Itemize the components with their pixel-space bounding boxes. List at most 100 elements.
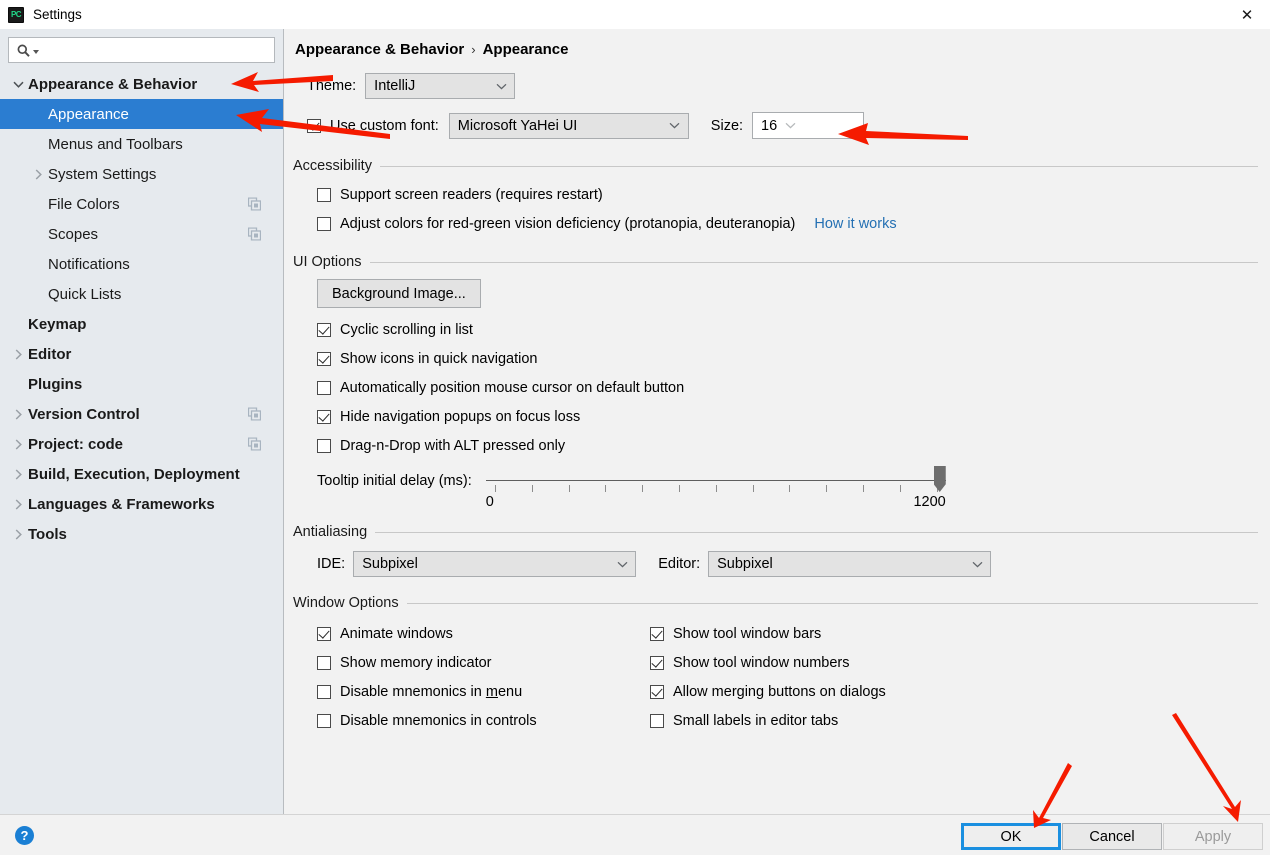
ui-options-body: Background Image... Cyclic scrolling in … bbox=[317, 279, 1270, 512]
sidebar-item-build-execution-deployment[interactable]: Build, Execution, Deployment bbox=[0, 459, 283, 489]
chevron-right-icon[interactable] bbox=[8, 438, 28, 450]
chevron-right-icon[interactable] bbox=[8, 348, 28, 360]
sidebar-item-menus-and-toolbars[interactable]: Menus and Toolbars bbox=[0, 129, 283, 159]
allow-merging-buttons-on-dialogs-checkbox[interactable]: Allow merging buttons on dialogs bbox=[650, 677, 886, 706]
show-memory-indicator-checkbox-box[interactable] bbox=[317, 655, 331, 670]
antialiasing-editor-select[interactable]: Subpixel bbox=[708, 551, 992, 577]
sidebar-item-tools[interactable]: Tools bbox=[0, 519, 283, 549]
sidebar-item-languages-frameworks[interactable]: Languages & Frameworks bbox=[0, 489, 283, 519]
breadcrumb-current: Appearance bbox=[482, 41, 569, 58]
sidebar-item-keymap[interactable]: Keymap bbox=[0, 309, 283, 339]
show-tool-window-numbers-checkbox[interactable]: Show tool window numbers bbox=[650, 648, 886, 677]
custom-font-row: Use custom font: Microsoft YaHei UI Size… bbox=[307, 111, 1270, 140]
window-options-section-title: Window Options bbox=[293, 595, 399, 611]
font-size-label: Size: bbox=[710, 117, 744, 134]
sidebar-item-appearance[interactable]: Appearance bbox=[0, 99, 283, 129]
slider-tick bbox=[494, 485, 496, 492]
disable-mnemonics-in-controls-checkbox-box[interactable] bbox=[317, 713, 331, 728]
search-box[interactable] bbox=[8, 37, 275, 63]
chevron-right-icon[interactable] bbox=[8, 498, 28, 510]
slider-tick bbox=[531, 485, 533, 492]
cancel-button[interactable]: Cancel bbox=[1062, 823, 1162, 850]
font-size-field[interactable]: 16 bbox=[752, 112, 865, 139]
adjust-colors-checkbox-box[interactable] bbox=[317, 216, 331, 231]
sidebar-item-plugins[interactable]: Plugins bbox=[0, 369, 283, 399]
use-custom-font-checkbox-box[interactable] bbox=[307, 118, 321, 133]
show-icons-in-quick-navigation-checkbox-box[interactable] bbox=[317, 351, 331, 366]
ok-button[interactable]: OK bbox=[961, 823, 1061, 850]
chevron-down-icon bbox=[615, 561, 629, 568]
support-screen-readers-checkbox[interactable]: Support screen readers (requires restart… bbox=[317, 180, 1270, 209]
sidebar-item-appearance-behavior[interactable]: Appearance & Behavior bbox=[0, 69, 283, 99]
disable-mnemonics-in-controls-checkbox[interactable]: Disable mnemonics in controls bbox=[317, 706, 650, 735]
disable-mnemonics-in-menu-checkbox-box[interactable] bbox=[317, 684, 331, 699]
project-scope-badge-icon bbox=[247, 437, 262, 451]
sidebar-item-version-control[interactable]: Version Control bbox=[0, 399, 283, 429]
use-custom-font-checkbox[interactable]: Use custom font: bbox=[307, 111, 439, 140]
chevron-right-icon[interactable] bbox=[8, 468, 28, 480]
show-icons-in-quick-navigation-label: Show icons in quick navigation bbox=[340, 350, 538, 367]
how-it-works-link[interactable]: How it works bbox=[814, 216, 896, 232]
support-screen-readers-box[interactable] bbox=[317, 187, 331, 202]
cyclic-scrolling-in-list-checkbox[interactable]: Cyclic scrolling in list bbox=[317, 315, 1270, 344]
search-dropdown-caret-icon[interactable] bbox=[33, 49, 39, 54]
chevron-down-icon[interactable] bbox=[783, 122, 797, 129]
show-tool-window-numbers-checkbox-box[interactable] bbox=[650, 655, 664, 670]
chevron-right-icon[interactable] bbox=[28, 168, 48, 180]
hide-navigation-popups-on-focus-loss-checkbox-box[interactable] bbox=[317, 409, 331, 424]
slider-tick bbox=[899, 485, 901, 492]
tooltip-delay-slider[interactable]: 0 1200 bbox=[485, 466, 946, 512]
animate-windows-checkbox[interactable]: Animate windows bbox=[317, 619, 650, 648]
close-icon[interactable]: ✕ bbox=[1224, 0, 1270, 29]
drag-n-drop-with-alt-pressed-only-checkbox[interactable]: Drag-n-Drop with ALT pressed only bbox=[317, 431, 1270, 460]
sidebar-item-project-code[interactable]: Project: code bbox=[0, 429, 283, 459]
automatically-position-mouse-cursor-on-defau-checkbox-box[interactable] bbox=[317, 380, 331, 395]
custom-font-select[interactable]: Microsoft YaHei UI bbox=[448, 112, 689, 139]
pycharm-logo-text: PC bbox=[10, 9, 22, 19]
hide-navigation-popups-on-focus-loss-checkbox[interactable]: Hide navigation popups on focus loss bbox=[317, 402, 1270, 431]
sidebar-item-scopes[interactable]: Scopes bbox=[0, 219, 283, 249]
antialiasing-ide-select[interactable]: Subpixel bbox=[353, 551, 637, 577]
sidebar-item-quick-lists[interactable]: Quick Lists bbox=[0, 279, 283, 309]
disable-mnemonics-in-menu-checkbox[interactable]: Disable mnemonics in menu bbox=[317, 677, 650, 706]
slider-tick bbox=[789, 485, 791, 492]
antialiasing-editor-label: Editor: bbox=[658, 556, 701, 572]
help-icon[interactable]: ? bbox=[15, 826, 34, 845]
allow-merging-buttons-on-dialogs-checkbox-box[interactable] bbox=[650, 684, 664, 699]
breadcrumb-root[interactable]: Appearance & Behavior bbox=[295, 41, 464, 58]
sidebar-item-file-colors[interactable]: File Colors bbox=[0, 189, 283, 219]
show-tool-window-bars-checkbox[interactable]: Show tool window bars bbox=[650, 619, 886, 648]
slider-tick bbox=[568, 485, 570, 492]
theme-select[interactable]: IntelliJ bbox=[365, 73, 516, 99]
show-icons-in-quick-navigation-checkbox[interactable]: Show icons in quick navigation bbox=[317, 344, 1270, 373]
cyclic-scrolling-in-list-checkbox-box[interactable] bbox=[317, 322, 331, 337]
chevron-right-icon[interactable] bbox=[8, 408, 28, 420]
small-labels-in-editor-tabs-checkbox-box[interactable] bbox=[650, 713, 664, 728]
show-tool-window-bars-label: Show tool window bars bbox=[673, 625, 822, 642]
project-scope-badge-icon bbox=[247, 227, 262, 241]
sidebar-item-editor[interactable]: Editor bbox=[0, 339, 283, 369]
chevron-right-icon[interactable] bbox=[8, 528, 28, 540]
accessibility-options: Support screen readers (requires restart… bbox=[317, 180, 1270, 238]
hide-navigation-popups-on-focus-loss-label: Hide navigation popups on focus loss bbox=[340, 408, 581, 425]
sidebar-item-label: Project: code bbox=[28, 435, 124, 453]
automatically-position-mouse-cursor-on-defau-checkbox[interactable]: Automatically position mouse cursor on d… bbox=[317, 373, 1270, 402]
small-labels-in-editor-tabs-checkbox[interactable]: Small labels in editor tabs bbox=[650, 706, 886, 735]
show-memory-indicator-checkbox[interactable]: Show memory indicator bbox=[317, 648, 650, 677]
drag-n-drop-with-alt-pressed-only-checkbox-box[interactable] bbox=[317, 438, 331, 453]
sidebar-item-system-settings[interactable]: System Settings bbox=[0, 159, 283, 189]
support-screen-readers-label: Support screen readers (requires restart… bbox=[340, 186, 603, 203]
accessibility-section-title: Accessibility bbox=[293, 158, 372, 174]
background-image-button[interactable]: Background Image... bbox=[317, 279, 481, 308]
sidebar-item-notifications[interactable]: Notifications bbox=[0, 249, 283, 279]
animate-windows-checkbox-box[interactable] bbox=[317, 626, 331, 641]
chevron-down-icon bbox=[970, 561, 984, 568]
window-options-body: Animate windows Show memory indicator Disa… bbox=[317, 619, 1270, 735]
project-scope-badge-icon bbox=[247, 197, 262, 211]
search-input[interactable] bbox=[41, 39, 274, 61]
show-tool-window-bars-checkbox-box[interactable] bbox=[650, 626, 664, 641]
slider-tick bbox=[752, 485, 754, 492]
chevron-down-icon[interactable] bbox=[8, 80, 28, 89]
settings-tree: Appearance & Behavior Appearance Menus and… bbox=[0, 69, 283, 549]
search-icon bbox=[17, 44, 30, 57]
